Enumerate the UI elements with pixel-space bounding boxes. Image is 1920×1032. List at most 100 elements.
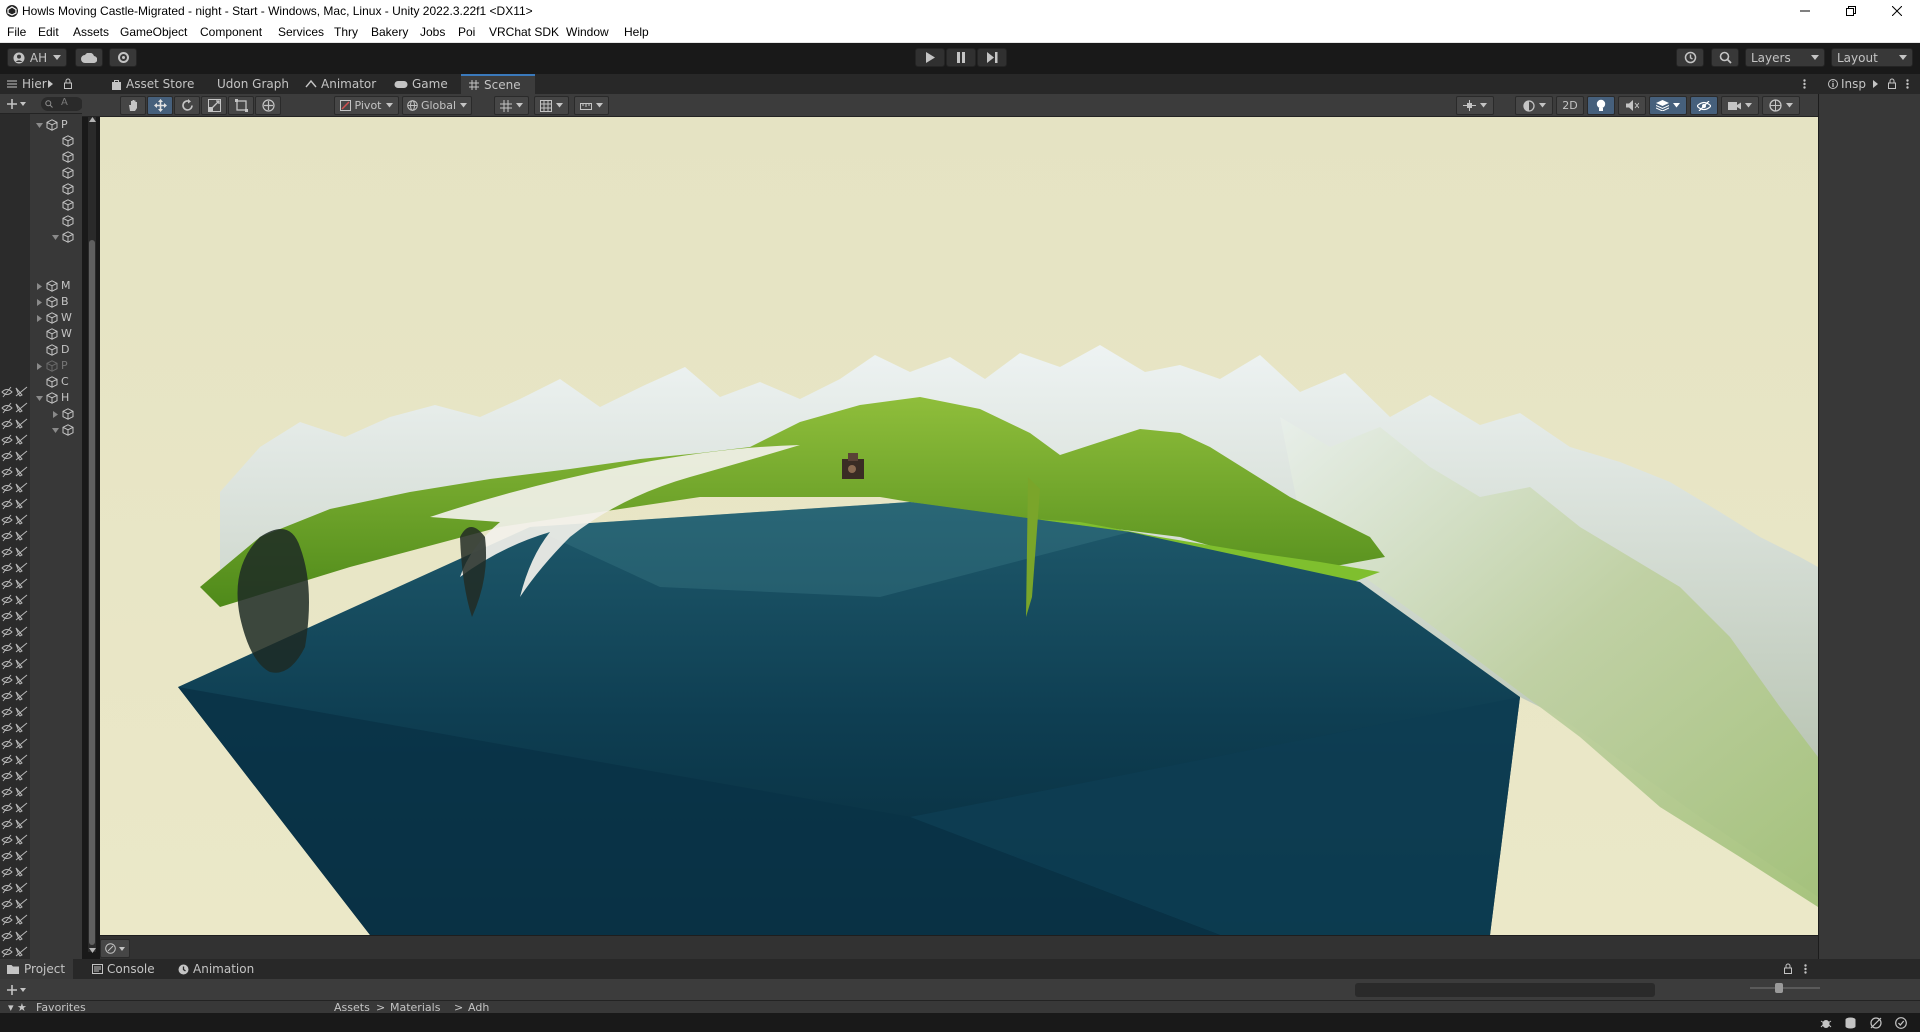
foldout-expanded-icon[interactable]: [52, 427, 59, 434]
tab-asset-store[interactable]: Asset Store: [107, 74, 198, 94]
tab-scene[interactable]: Scene: [461, 74, 535, 94]
foldout-expanded-icon[interactable]: [36, 122, 43, 129]
menu-component[interactable]: Component: [200, 25, 262, 39]
foldout-expanded-icon[interactable]: [52, 234, 59, 241]
undo-history-button[interactable]: [1676, 48, 1704, 67]
step-button[interactable]: [977, 48, 1007, 67]
pause-button[interactable]: [946, 48, 976, 67]
visibility-toggle[interactable]: [1, 514, 29, 528]
menu-edit[interactable]: Edit: [38, 25, 59, 39]
lock-icon[interactable]: [64, 78, 72, 89]
hierarchy-row[interactable]: [0, 181, 86, 197]
breadcrumb-assets[interactable]: Assets: [334, 1001, 370, 1013]
visibility-toggle[interactable]: [1, 658, 29, 672]
visibility-toggle[interactable]: [1, 930, 29, 944]
close-window-button[interactable]: [1874, 0, 1920, 22]
inspector-tab[interactable]: Insp: [1841, 77, 1866, 91]
visibility-toggle[interactable]: [1, 754, 29, 768]
kebab-menu-icon[interactable]: [1803, 79, 1806, 89]
kebab-menu-icon[interactable]: [1804, 964, 1807, 974]
minimize-button[interactable]: [1782, 0, 1828, 22]
chevron-right-icon[interactable]: [48, 80, 53, 88]
hierarchy-row[interactable]: M: [0, 278, 86, 294]
visibility-toggle[interactable]: [1, 722, 29, 736]
menu-assets[interactable]: Assets: [73, 25, 109, 39]
menu-poi[interactable]: Poi: [458, 25, 475, 39]
hierarchy-row[interactable]: [0, 133, 86, 149]
scroll-up-icon[interactable]: [89, 117, 96, 122]
lock-icon[interactable]: [1784, 963, 1792, 974]
scene-viewport[interactable]: [100, 117, 1818, 935]
network-off-icon[interactable]: [1870, 1017, 1882, 1029]
visibility-toggle[interactable]: [1, 834, 29, 848]
hierarchy-row[interactable]: P: [0, 358, 86, 374]
scene-view-options-dropdown[interactable]: [100, 939, 130, 958]
search-button[interactable]: [1711, 48, 1739, 67]
transform-tool-button[interactable]: [255, 96, 281, 115]
visibility-toggle[interactable]: [1, 610, 29, 624]
visibility-toggle[interactable]: [1, 946, 29, 960]
visibility-toggle[interactable]: [1, 914, 29, 928]
hierarchy-row[interactable]: [0, 149, 86, 165]
foldout-collapsed-icon[interactable]: [36, 363, 43, 370]
increment-snap-dropdown[interactable]: [574, 96, 609, 115]
visibility-toggle[interactable]: [1, 626, 29, 640]
play-button[interactable]: [915, 48, 945, 67]
foldout-expanded-icon[interactable]: [36, 395, 43, 402]
menu-window[interactable]: Window: [566, 25, 609, 39]
visibility-toggle[interactable]: [1, 530, 29, 544]
visibility-toggle[interactable]: [1, 882, 29, 896]
restore-button[interactable]: [1828, 0, 1874, 22]
audio-toggle[interactable]: [1618, 96, 1646, 115]
visibility-toggle[interactable]: [1, 738, 29, 752]
account-dropdown[interactable]: AH: [7, 48, 67, 67]
hierarchy-tab[interactable]: Hier: [22, 77, 47, 91]
grid-snap-dropdown[interactable]: [494, 96, 529, 115]
visibility-toggle[interactable]: [1, 562, 29, 576]
2d-toggle[interactable]: 2D: [1556, 96, 1584, 115]
visibility-toggle[interactable]: [1, 386, 29, 400]
tab-animator[interactable]: Animator: [301, 74, 380, 94]
hierarchy-row[interactable]: [0, 213, 86, 229]
menu-jobs[interactable]: Jobs: [420, 25, 445, 39]
visibility-toggle[interactable]: [1, 578, 29, 592]
pivot-dropdown[interactable]: Pivot: [334, 96, 399, 115]
hierarchy-row[interactable]: P: [0, 117, 86, 133]
visibility-toggle[interactable]: [1, 706, 29, 720]
visibility-toggle[interactable]: [1, 466, 29, 480]
tab-project[interactable]: Project: [0, 959, 74, 979]
breadcrumb-materials[interactable]: Materials: [390, 1001, 440, 1013]
visibility-toggle[interactable]: [1, 482, 29, 496]
chevron-down-icon[interactable]: [20, 102, 26, 106]
gizmos-dropdown[interactable]: [1762, 96, 1800, 115]
orientation-dropdown[interactable]: [1456, 96, 1494, 115]
foldout-collapsed-icon[interactable]: [36, 283, 43, 290]
visibility-toggle[interactable]: [1, 818, 29, 832]
chevron-right-icon[interactable]: [1873, 80, 1878, 88]
plus-icon[interactable]: [7, 985, 17, 995]
menu-vrchat-sdk[interactable]: VRChat SDK: [489, 25, 559, 39]
visibility-toggle[interactable]: [1, 770, 29, 784]
hierarchy-row[interactable]: W: [0, 326, 86, 342]
menu-thry[interactable]: Thry: [334, 25, 358, 39]
menu-services[interactable]: Services: [278, 25, 324, 39]
project-search-input[interactable]: [1355, 983, 1655, 997]
visibility-toggle[interactable]: [1, 418, 29, 432]
cloud-button[interactable]: [75, 48, 103, 67]
breadcrumb-adh[interactable]: Adh: [468, 1001, 489, 1013]
hierarchy-row[interactable]: W: [0, 310, 86, 326]
global-dropdown[interactable]: Global: [402, 96, 472, 115]
lighting-toggle[interactable]: [1587, 96, 1615, 115]
hierarchy-row[interactable]: [0, 165, 86, 181]
visibility-toggle[interactable]: [1, 402, 29, 416]
database-icon[interactable]: [1845, 1017, 1856, 1029]
hierarchy-row[interactable]: [0, 197, 86, 213]
bug-icon[interactable]: [1820, 1017, 1832, 1029]
hierarchy-row[interactable]: [0, 229, 86, 245]
hidden-objects-toggle[interactable]: [1690, 96, 1718, 115]
visibility-toggle[interactable]: [1, 674, 29, 688]
visibility-toggle[interactable]: [1, 546, 29, 560]
visibility-toggle[interactable]: [1, 498, 29, 512]
rotate-tool-button[interactable]: [174, 96, 200, 115]
layout-dropdown[interactable]: Layout: [1831, 48, 1913, 67]
